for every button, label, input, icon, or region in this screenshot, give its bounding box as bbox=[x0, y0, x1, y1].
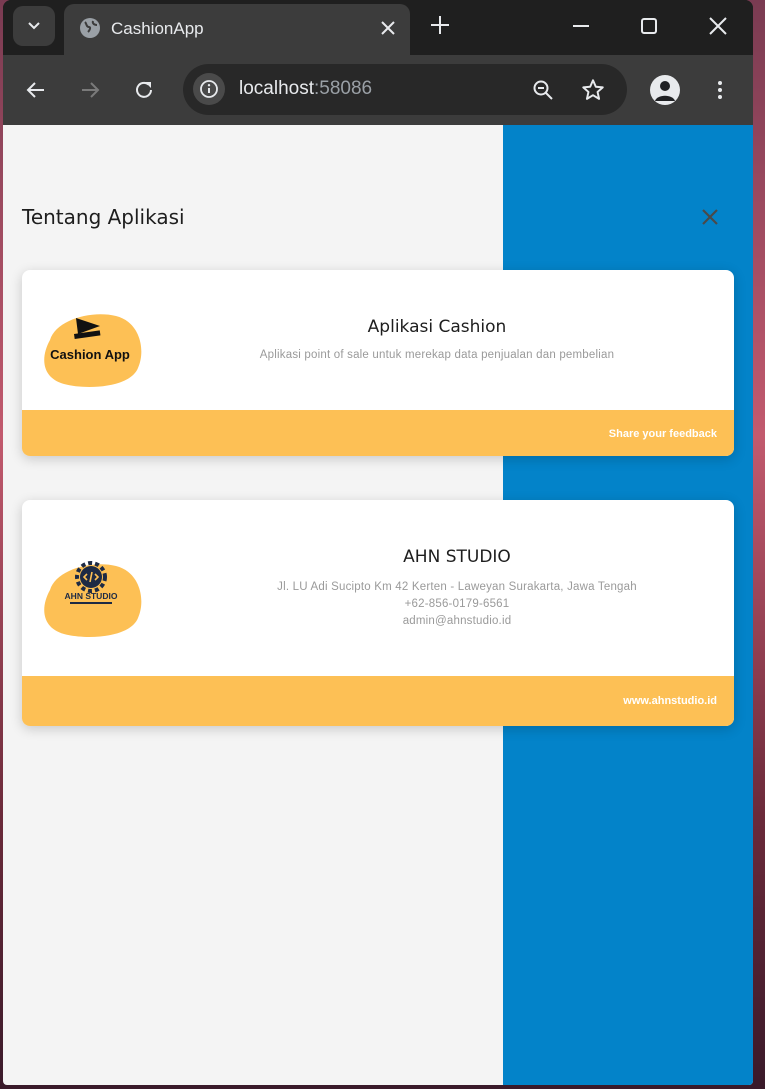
url-host: localhost bbox=[239, 78, 314, 99]
site-info-button[interactable] bbox=[193, 73, 225, 105]
ahn-studio-logo-text: AHN STUDIO bbox=[64, 591, 118, 601]
app-info-card: Cashion App Aplikasi Cashion Aplikasi po… bbox=[22, 270, 734, 456]
zoom-out-icon[interactable] bbox=[531, 78, 555, 102]
studio-website-link[interactable]: www.ahnstudio.id bbox=[623, 695, 717, 707]
info-icon bbox=[200, 80, 218, 98]
browser-tab[interactable]: CashionApp bbox=[64, 4, 410, 55]
url-port: :58086 bbox=[314, 78, 373, 99]
profile-icon[interactable] bbox=[650, 75, 680, 105]
browser-toolbar: localhost:58086 bbox=[3, 55, 753, 125]
website-footer: www.ahnstudio.id bbox=[22, 676, 734, 726]
menu-icon[interactable] bbox=[708, 78, 732, 102]
globe-icon bbox=[80, 18, 100, 38]
studio-info-card: AHN STUDIO AHN STUDIO Jl. LU Adi Sucipto… bbox=[22, 500, 734, 726]
close-icon[interactable] bbox=[698, 205, 722, 229]
studio-address: Jl. LU Adi Sucipto Km 42 Kerten - Laweya… bbox=[277, 581, 637, 593]
tab-search-button[interactable] bbox=[13, 6, 55, 46]
url-text: localhost:58086 bbox=[239, 78, 372, 100]
studio-card-title: AHN STUDIO bbox=[403, 547, 511, 567]
new-tab-icon[interactable] bbox=[429, 14, 451, 36]
address-bar[interactable]: localhost:58086 bbox=[183, 64, 627, 115]
page-title: Tentang Aplikasi bbox=[22, 205, 185, 229]
cashion-logo-text: Cashion App bbox=[50, 347, 130, 362]
app-card-title: Aplikasi Cashion bbox=[367, 317, 507, 337]
reload-icon[interactable] bbox=[132, 78, 156, 102]
tab-title: CashionApp bbox=[111, 19, 204, 38]
page-content: Tentang Aplikasi Cashion App Aplikasi Ca… bbox=[3, 125, 753, 1085]
studio-phone: +62-856-0179-6561 bbox=[404, 598, 510, 610]
share-feedback-link[interactable]: Share your feedback bbox=[609, 428, 717, 440]
studio-email: admin@ahnstudio.id bbox=[402, 615, 512, 627]
close-icon[interactable] bbox=[376, 16, 400, 40]
browser-window: CashionApp localhost:58086 Tentang Aplik… bbox=[3, 0, 753, 1085]
back-icon[interactable] bbox=[24, 78, 48, 102]
bookmark-star-icon[interactable] bbox=[580, 77, 606, 103]
tab-strip: CashionApp bbox=[3, 0, 753, 55]
tab-dropdown-icon bbox=[28, 22, 40, 30]
minimize-icon[interactable] bbox=[569, 14, 593, 38]
window-close-icon[interactable] bbox=[706, 14, 730, 38]
forward-icon[interactable] bbox=[78, 78, 102, 102]
app-card-description: Aplikasi point of sale untuk merekap dat… bbox=[259, 349, 615, 361]
maximize-icon[interactable] bbox=[637, 14, 661, 38]
feedback-footer: Share your feedback bbox=[22, 410, 734, 456]
